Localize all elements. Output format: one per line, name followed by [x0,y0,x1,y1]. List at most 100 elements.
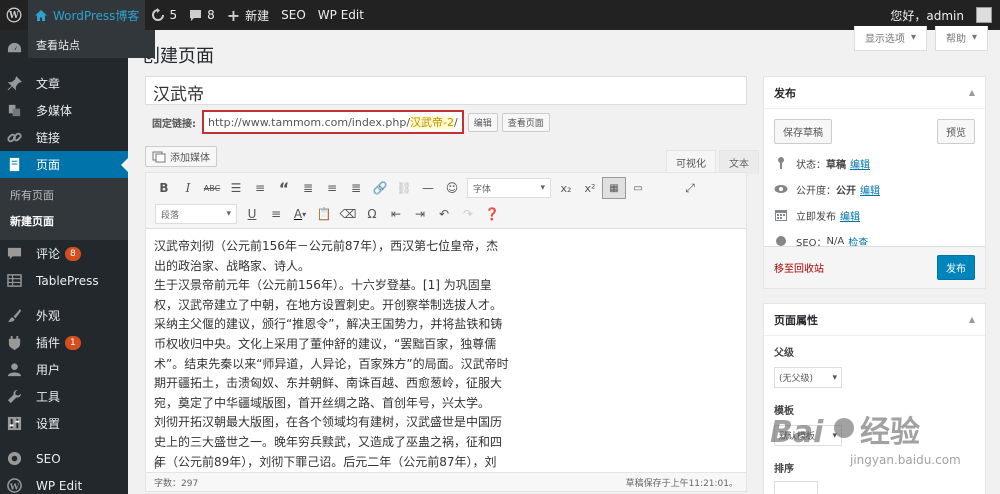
caret-down-icon: ▾ [226,209,231,219]
view-page-button[interactable]: 查看页面 [501,112,550,132]
edit-slug-button[interactable]: 编辑 [467,112,498,132]
sidebar-item-users[interactable]: 用户 [0,356,128,383]
horizontal-line-button[interactable]: — [416,177,440,199]
align-left-button[interactable]: ≣ [296,177,320,199]
updates-menu[interactable]: 5 [145,0,183,30]
outdent-button[interactable]: ⇤ [384,203,408,225]
page-attributes-header[interactable]: 页面属性 ▲ [764,304,985,336]
screen-options-button[interactable]: 显示选项 ▾ [853,26,927,51]
site-name-menu[interactable]: WordPress博客 [28,0,146,30]
content-line: 采纳主父偃的建议，颁行“推恩令”，解决王国势力，并将盐铁和铸 [154,317,503,332]
strikethrough-button[interactable]: ABC [200,177,224,199]
sidebar-item-media[interactable]: 多媒体 [0,97,128,124]
save-draft-button[interactable]: 保存草稿 [774,119,832,144]
superscript-button[interactable]: x² [578,177,602,199]
sidebar-item-pages[interactable]: 页面 [0,151,128,178]
align-right-button[interactable]: ≣ [344,177,368,199]
indent-button[interactable]: ⇥ [408,203,432,225]
sidebar-item-tablepress[interactable]: TablePress [0,267,128,294]
submenu-new-page[interactable]: 新建页面 [0,208,128,234]
sidebar-item-wpedit[interactable]: W WP Edit [0,472,128,494]
edit-status-link[interactable]: 编辑 [850,156,870,171]
subscript-button[interactable]: x₂ [554,177,578,199]
status-value: 草稿 [826,159,846,171]
comments-count: 8 [207,8,215,22]
paste-text-icon[interactable]: 📋 [312,203,336,225]
sidebar-item-settings[interactable]: 设置 [0,410,128,437]
edit-schedule-link[interactable]: 编辑 [840,208,860,223]
align-center-button[interactable]: ≡ [320,177,344,199]
seo-value: N/A [826,235,845,247]
edit-visibility-link[interactable]: 编辑 [860,182,880,197]
wordpress-logo-icon[interactable]: W [0,0,28,30]
help-button[interactable]: 帮助 ▾ [934,26,988,51]
unlink-button[interactable]: ⛓ [392,177,416,199]
special-character-button[interactable]: Ω [360,203,384,225]
sidebar-item-seo[interactable]: SEO [0,445,128,472]
editor-content[interactable]: 汉武帝刘彻（公元前156年－公元前87年），西汉第七位皇帝，杰 出的政治家、战略家… [146,229,746,471]
sidebar-item-appearance[interactable]: 外观 [0,302,128,329]
underline-button[interactable]: U [240,203,264,225]
publish-box-header[interactable]: 发布 ▲ [764,77,985,109]
comments-menu[interactable]: 8 [183,0,221,30]
wpedit-menu[interactable]: WP Edit [312,0,370,30]
editor-tabs: 可视化 文本 [663,150,759,174]
new-content-menu[interactable]: + 新建 [221,0,275,30]
submenu-all-pages[interactable]: 所有页面 [0,182,128,208]
move-to-trash-link[interactable]: 移至回收站 [774,260,824,275]
seo-menu[interactable]: SEO [275,0,312,30]
caret-down-icon: ▾ [540,183,545,193]
seo-icon [7,451,22,466]
post-title-input[interactable]: 汉武帝 [145,76,747,105]
help-icon[interactable]: ❓ [480,203,504,225]
undo-icon[interactable]: ↶ [432,203,456,225]
content-editor: B I ABC ☰ ≡ “ ≣ ≡ ≣ 🔗 ⛓ — ☺ 字体 ▾ x₂ x² ▦ … [145,172,747,492]
collapse-arrow-icon[interactable]: ▲ [969,88,975,97]
sidebar-item-label: TablePress [36,273,99,288]
sidebar-item-plugins[interactable]: 插件 1 [0,329,128,356]
publish-footer: 移至回收站 发布 [764,246,985,288]
format-select[interactable]: 段落 ▾ [155,204,237,224]
permalink-slug[interactable]: 汉武帝-2 [410,116,455,129]
publish-button[interactable]: 发布 [937,255,975,280]
insert-link-button[interactable]: 🔗 [368,177,392,199]
sidebar-item-links[interactable]: 链接 [0,124,128,151]
blockquote-button[interactable]: “ [272,177,296,199]
numbered-list-button[interactable]: ≡ [248,177,272,199]
preview-button[interactable]: 预览 [937,119,975,144]
redo-icon[interactable]: ↷ [456,203,480,225]
collapse-arrow-icon[interactable]: ▲ [969,315,975,324]
tab-visual[interactable]: 可视化 [666,150,716,174]
view-site-link[interactable]: 查看站点 [28,30,155,58]
order-input[interactable] [774,481,818,494]
emoticon-icon[interactable]: ☺ [440,177,464,199]
insert-more-button[interactable]: ▭ [626,177,650,199]
sidebar-item-comments[interactable]: 评论 8 [0,240,128,267]
comments-icon [7,247,22,260]
add-media-button[interactable]: 添加媒体 [145,146,217,167]
bullet-list-button[interactable]: ☰ [224,177,248,199]
bold-button[interactable]: B [152,177,176,199]
pin-icon [778,157,784,169]
tab-text[interactable]: 文本 [719,150,759,174]
clear-formatting-icon[interactable]: ⌫ [336,203,360,225]
italic-button[interactable]: I [176,177,200,199]
screen-options-label: 显示选项 [864,34,905,45]
toolbar-row-2: 段落 ▾ U ≡ A ▾ 📋 ⌫ Ω ⇤ ⇥ ↶ ↷ ❓ [152,201,504,227]
permalink-url[interactable]: http://www.tammom.com/index.php/汉武帝-2/ [202,110,464,134]
sidebar-item-label: 评论 [36,247,61,261]
sidebar-item-posts[interactable]: 文章 [0,70,128,97]
media-icon [8,104,21,117]
text-color-button[interactable]: A ▾ [288,203,312,225]
fullscreen-icon[interactable]: ⤢ [678,177,702,199]
publish-box: 发布 ▲ 保存草稿 预览 状态： 草稿 编辑 公开度： 公开 编辑 立即发布 编… [763,76,986,289]
pin-icon [7,76,22,91]
refresh-icon [152,8,165,21]
avatar[interactable] [976,7,992,23]
justify-button[interactable]: ≡ [264,203,288,225]
font-family-select[interactable]: 字体 ▾ [467,178,551,198]
toolbar-toggle-button[interactable]: ▦ [602,177,626,199]
sidebar-item-tools[interactable]: 工具 [0,383,128,410]
parent-select[interactable]: (无父级) ▾ [774,367,842,388]
new-label: 新建 [245,8,270,23]
